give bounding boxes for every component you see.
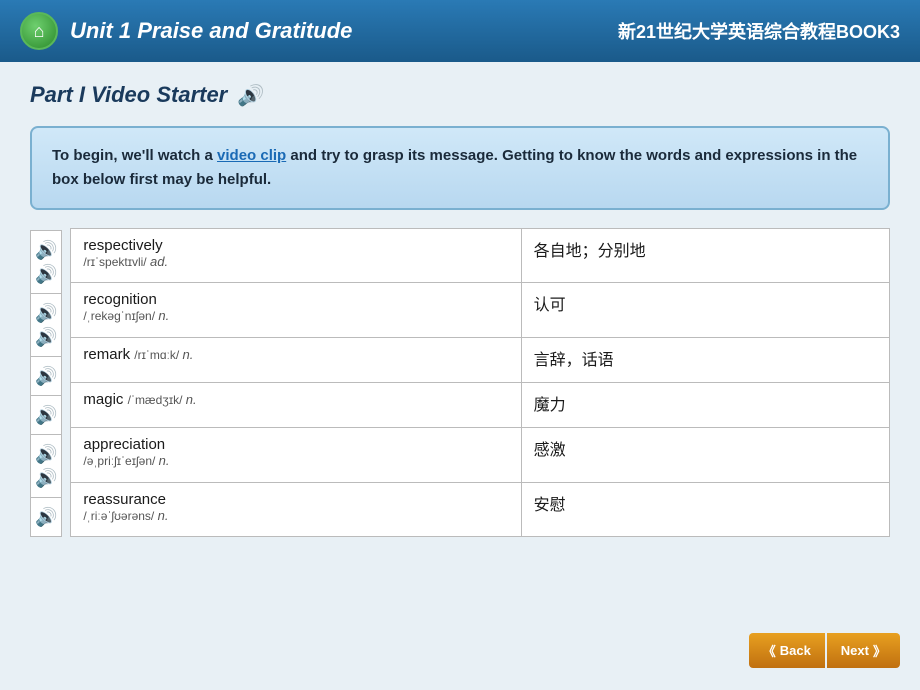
speaker-icon-4[interactable]: 🔊 bbox=[35, 406, 57, 424]
phonetic-3: /rɪˈmɑːk/ n. bbox=[134, 348, 193, 362]
speaker-row-6: 🔊 bbox=[30, 497, 62, 537]
speaker-icon-1b[interactable]: 🔊 bbox=[35, 265, 57, 283]
word-cell-3: remark /rɪˈmɑːk/ n. bbox=[71, 337, 521, 382]
speaker-row-1: 🔊 🔊 bbox=[30, 230, 62, 293]
header-title: Unit 1 Praise and Gratitude bbox=[70, 18, 352, 44]
word-cell-2: recognition /ˌrekəɡˈnɪʃən/ n. bbox=[71, 283, 521, 337]
word-5: appreciation bbox=[83, 436, 508, 453]
speaker-column: 🔊 🔊 🔊 🔊 🔊 🔊 🔊 🔊 🔊 bbox=[30, 228, 62, 537]
speaker-icon-3[interactable]: 🔊 bbox=[35, 367, 57, 385]
word-cell-6: reassurance /ˌriːəˈʃʊərəns/ n. bbox=[71, 482, 521, 536]
info-text-middle: ll watch a bbox=[145, 147, 217, 164]
table-row: recognition /ˌrekəɡˈnɪʃən/ n. 认可 bbox=[71, 283, 890, 337]
speaker-icon-2b[interactable]: 🔊 bbox=[35, 328, 57, 346]
main-content: Part I Video Starter 🔊 To begin, we'll w… bbox=[0, 62, 920, 690]
meaning-cell-5: 感激 bbox=[521, 428, 889, 482]
vocab-table: respectively /rɪˈspektɪvli/ ad. 各自地；分别地 … bbox=[70, 228, 890, 537]
meaning-cell-6: 安慰 bbox=[521, 482, 889, 536]
word-1: respectively bbox=[83, 237, 508, 254]
meaning-cell-3: 言辞，话语 bbox=[521, 337, 889, 382]
header: ⌂ Unit 1 Praise and Gratitude 新21世纪大学英语综… bbox=[0, 0, 920, 62]
part-title-text: Part I Video Starter bbox=[30, 82, 227, 108]
word-4: magic bbox=[83, 391, 127, 408]
table-row: remark /rɪˈmɑːk/ n. 言辞，话语 bbox=[71, 337, 890, 382]
word-6: reassurance bbox=[83, 491, 508, 508]
part-speaker-icon[interactable]: 🔊 bbox=[237, 83, 262, 108]
speaker-icon-1a[interactable]: 🔊 bbox=[35, 241, 57, 259]
speaker-row-2: 🔊 🔊 bbox=[30, 293, 62, 356]
home-icon: ⌂ bbox=[34, 21, 45, 42]
home-button[interactable]: ⌂ bbox=[20, 12, 58, 50]
vocab-section: 🔊 🔊 🔊 🔊 🔊 🔊 🔊 🔊 🔊 bbox=[30, 228, 890, 537]
word-3: remark bbox=[83, 346, 134, 363]
table-row: appreciation /əˌpriːʃɪˈeɪʃən/ n. 感激 bbox=[71, 428, 890, 482]
nav-buttons: 《 Back Next 》 bbox=[749, 633, 900, 668]
word-2: recognition bbox=[83, 291, 508, 308]
next-arrow-icon: 》 bbox=[873, 641, 886, 660]
meaning-cell-2: 认可 bbox=[521, 283, 889, 337]
speaker-row-3: 🔊 bbox=[30, 356, 62, 395]
meaning-cell-4: 魔力 bbox=[521, 382, 889, 427]
phonetic-2: /ˌrekəɡˈnɪʃən/ n. bbox=[83, 308, 508, 323]
table-row: respectively /rɪˈspektɪvli/ ad. 各自地；分别地 bbox=[71, 229, 890, 283]
phonetic-4: /ˈmædʒɪk/ n. bbox=[128, 393, 197, 407]
speaker-row-5: 🔊 🔊 bbox=[30, 434, 62, 497]
table-row: reassurance /ˌriːəˈʃʊərəns/ n. 安慰 bbox=[71, 482, 890, 536]
info-box: To begin, we'll watch a video clip and t… bbox=[30, 126, 890, 210]
next-button[interactable]: Next 》 bbox=[827, 633, 900, 668]
word-cell-5: appreciation /əˌpriːʃɪˈeɪʃən/ n. bbox=[71, 428, 521, 482]
speaker-icon-5b[interactable]: 🔊 bbox=[35, 469, 57, 487]
back-arrow-icon: 《 bbox=[763, 641, 776, 660]
meaning-cell-1: 各自地；分别地 bbox=[521, 229, 889, 283]
word-cell-4: magic /ˈmædʒɪk/ n. bbox=[71, 382, 521, 427]
header-left: ⌂ Unit 1 Praise and Gratitude bbox=[20, 12, 352, 50]
phonetic-1: /rɪˈspektɪvli/ ad. bbox=[83, 254, 508, 269]
info-text-before: To begin, we bbox=[52, 147, 142, 164]
video-clip-link[interactable]: video clip bbox=[217, 147, 286, 164]
word-cell-1: respectively /rɪˈspektɪvli/ ad. bbox=[71, 229, 521, 283]
speaker-icon-2a[interactable]: 🔊 bbox=[35, 304, 57, 322]
speaker-row-4: 🔊 bbox=[30, 395, 62, 434]
speaker-icon-5a[interactable]: 🔊 bbox=[35, 445, 57, 463]
part-title: Part I Video Starter 🔊 bbox=[30, 82, 890, 108]
phonetic-6: /ˌriːəˈʃʊərəns/ n. bbox=[83, 508, 508, 523]
back-button[interactable]: 《 Back bbox=[749, 633, 825, 668]
phonetic-5: /əˌpriːʃɪˈeɪʃən/ n. bbox=[83, 453, 508, 468]
back-label: Back bbox=[780, 643, 811, 658]
header-subtitle: 新21世纪大学英语综合教程BOOK3 bbox=[618, 18, 900, 44]
speaker-icon-6[interactable]: 🔊 bbox=[35, 508, 57, 526]
table-row: magic /ˈmædʒɪk/ n. 魔力 bbox=[71, 382, 890, 427]
next-label: Next bbox=[841, 643, 869, 658]
